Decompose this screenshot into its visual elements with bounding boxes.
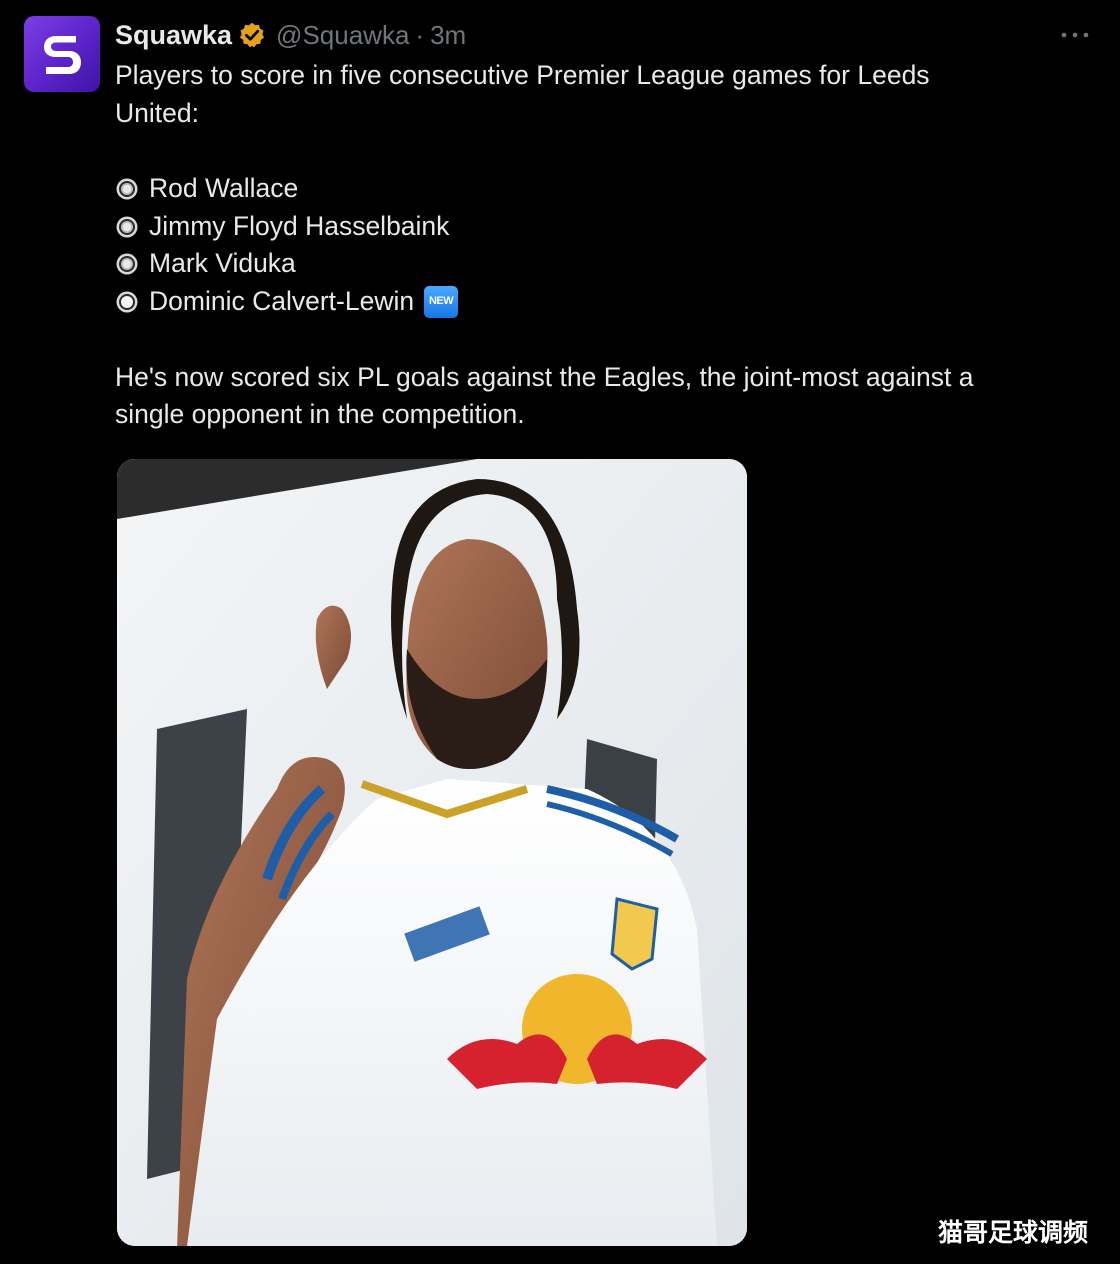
separator: · [415,19,425,50]
list-item: Rod Wallace [115,170,1075,208]
tweet-text-line: United: [115,97,199,128]
watermark-text: 猫哥足球调频 [938,1218,1089,1247]
handle[interactable]: @Squawka [276,20,409,51]
tweet-header: Squawka @Squawka · 3m [115,18,466,52]
list-item-label: Mark Viduka [149,248,296,279]
more-options-icon [1061,32,1089,38]
list-item-label: Jimmy Floyd Hasselbaink [149,210,450,241]
radio-button-icon [116,253,138,275]
squawka-logo-icon [44,36,81,74]
list-item: Jimmy Floyd Hasselbaink [115,208,1075,246]
list-item-label: Rod Wallace [149,173,299,204]
tweet-text-line: Players to score in five consecutive Pre… [115,60,930,90]
radio-button-icon [116,178,138,200]
verified-badge-icon [240,22,265,48]
more-options-button[interactable] [1055,20,1095,50]
tweet-text-line: single opponent in the competition. [115,399,525,430]
timestamp[interactable]: 3m [430,20,466,51]
list-item: Mark Viduka [115,245,1075,283]
tweet-text-line: He's now scored six PL goals against the… [115,361,974,392]
tweet[interactable]: Squawka @Squawka · 3m Players to score i… [0,0,1120,1264]
tweet-text: Players to score in five consecutive Pre… [115,57,1075,434]
radio-button-icon [116,216,138,238]
list-item: Dominic Calvert-Lewin NEW [115,283,1075,321]
player-photo [117,459,747,1246]
radio-button-selected-icon [116,291,138,313]
display-name[interactable]: Squawka [115,20,232,51]
new-emoji-icon: NEW [424,286,459,318]
avatar[interactable] [24,16,100,92]
tweet-photo[interactable] [117,459,747,1246]
list-item-label: Dominic Calvert-Lewin [149,286,415,317]
